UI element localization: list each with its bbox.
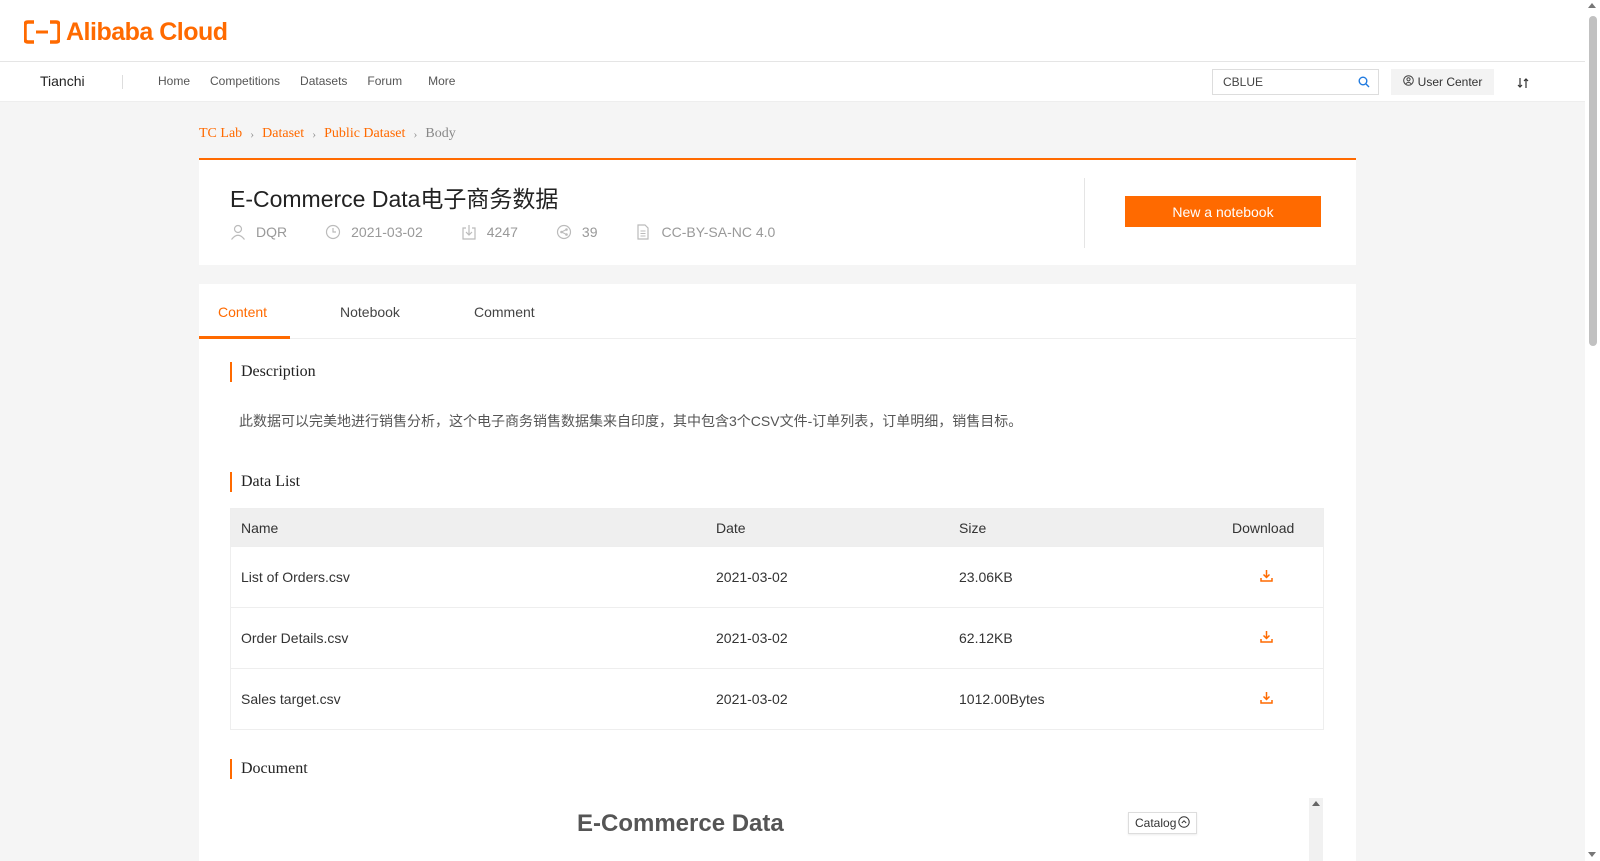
col-header-date: Date [716, 519, 746, 536]
top-header: Alibaba Cloud [0, 0, 1585, 62]
user-center-button[interactable]: User Center [1391, 69, 1494, 95]
tab-notebook[interactable]: Notebook [340, 304, 400, 320]
content-card: Content Notebook Comment Description 此数据… [199, 284, 1356, 861]
active-tab-indicator [199, 336, 290, 339]
meta-date: 2021-03-02 [325, 224, 423, 240]
new-notebook-button[interactable]: New a notebook [1125, 196, 1321, 227]
nav-separator [122, 75, 123, 89]
nav-brand-tianchi[interactable]: Tianchi [40, 73, 85, 89]
col-header-download: Download [1232, 519, 1295, 536]
chevron-right-icon: › [250, 126, 255, 141]
share-count: 39 [581, 224, 598, 240]
breadcrumb-current: Body [425, 126, 456, 141]
user-center-label: User Center [1417, 75, 1483, 89]
download-count: 4247 [486, 224, 518, 240]
nav-link-datasets[interactable]: Datasets [300, 74, 347, 88]
file-name: Sales target.csv [241, 691, 341, 707]
scroll-up-arrow-icon[interactable] [1588, 3, 1596, 8]
scroll-down-arrow-icon[interactable] [1588, 852, 1596, 857]
author-name[interactable]: DQR [256, 224, 287, 240]
breadcrumb-public-dataset[interactable]: Public Dataset [324, 126, 405, 142]
publish-date: 2021-03-02 [351, 224, 423, 240]
clock-icon [326, 224, 341, 240]
breadcrumb: TC Lab › Dataset › Public Dataset › Body [199, 126, 456, 142]
scroll-up-arrow-icon[interactable] [1312, 801, 1320, 806]
logo-text: Alibaba Cloud [66, 18, 228, 46]
document-icon [637, 224, 650, 240]
table-header-row: Name Date Size Download [231, 509, 1323, 546]
swap-icon[interactable] [1517, 76, 1529, 94]
search-input[interactable] [1213, 70, 1343, 94]
download-icon[interactable] [1260, 691, 1273, 707]
description-heading: Description [230, 362, 316, 382]
document-content-heading: E-Commerce Data [577, 810, 784, 837]
download-icon [462, 225, 476, 240]
meta-downloads: 4247 [461, 224, 518, 240]
file-size: 1012.00Bytes [959, 691, 1045, 707]
description-text: 此数据可以完美地进行销售分析，这个电子商务销售数据集来自印度，其中包含3个CSV… [239, 413, 1023, 429]
file-date: 2021-03-02 [716, 691, 788, 707]
nav-link-home[interactable]: Home [158, 74, 190, 88]
table-row: Sales target.csv 2021-03-02 1012.00Bytes [231, 668, 1323, 729]
search-icon[interactable] [1358, 75, 1370, 93]
scroll-thumb[interactable] [1589, 16, 1597, 346]
data-list-table: Name Date Size Download List of Orders.c… [230, 508, 1324, 730]
license-text: CC-BY-SA-NC 4.0 [661, 224, 776, 240]
catalog-label: Catalog [1135, 816, 1177, 830]
chevron-up-circle-icon [1178, 815, 1191, 831]
meta-license: CC-BY-SA-NC 4.0 [635, 224, 775, 240]
breadcrumb-dataset[interactable]: Dataset [262, 126, 304, 142]
file-date: 2021-03-02 [716, 630, 788, 646]
file-size: 23.06KB [959, 569, 1013, 585]
dataset-title: E-Commerce Data电子商务数据 [230, 186, 559, 212]
share-icon [556, 224, 572, 240]
document-scrollbar[interactable] [1309, 798, 1323, 861]
page-scrollbar[interactable] [1585, 0, 1600, 861]
catalog-button[interactable]: Catalog [1128, 812, 1198, 834]
chevron-right-icon: › [312, 126, 317, 141]
table-row: List of Orders.csv 2021-03-02 23.06KB [231, 546, 1323, 607]
col-header-name: Name [241, 519, 279, 536]
nav-link-more[interactable]: More [428, 74, 455, 88]
breadcrumb-tc-lab[interactable]: TC Lab [199, 126, 242, 142]
file-name: List of Orders.csv [241, 569, 350, 585]
data-list-heading: Data List [230, 472, 300, 492]
table-row: Order Details.csv 2021-03-02 62.12KB [231, 607, 1323, 668]
meta-author: DQR [230, 224, 287, 240]
document-heading: Document [230, 759, 308, 779]
nav-links: Home Competitions Datasets Forum More [158, 74, 475, 88]
dataset-header-card: E-Commerce Data电子商务数据 DQR 2021-03-02 424… [199, 158, 1356, 265]
tab-bar: Content Notebook Comment [199, 284, 1356, 339]
download-icon[interactable] [1260, 630, 1273, 646]
search-box [1212, 69, 1379, 95]
alibaba-logo-icon [23, 20, 61, 44]
user-icon [231, 224, 245, 240]
header-divider [1084, 178, 1085, 248]
file-size: 62.12KB [959, 630, 1013, 646]
col-header-size: Size [959, 519, 987, 536]
tab-comment[interactable]: Comment [474, 304, 535, 320]
nav-bar: Tianchi Home Competitions Datasets Forum… [0, 62, 1585, 102]
alibaba-cloud-logo[interactable]: Alibaba Cloud [23, 18, 228, 46]
download-icon[interactable] [1260, 569, 1273, 585]
file-name: Order Details.csv [241, 630, 349, 646]
meta-shares: 39 [556, 224, 598, 240]
tab-content[interactable]: Content [218, 304, 267, 320]
nav-link-competitions[interactable]: Competitions [210, 74, 280, 88]
user-circle-icon [1402, 75, 1414, 89]
file-date: 2021-03-02 [716, 569, 788, 585]
chevron-right-icon: › [413, 126, 418, 141]
dataset-meta: DQR 2021-03-02 4247 39 CC-BY-SA-NC 4.0 [230, 224, 813, 240]
nav-link-forum[interactable]: Forum [367, 74, 402, 88]
